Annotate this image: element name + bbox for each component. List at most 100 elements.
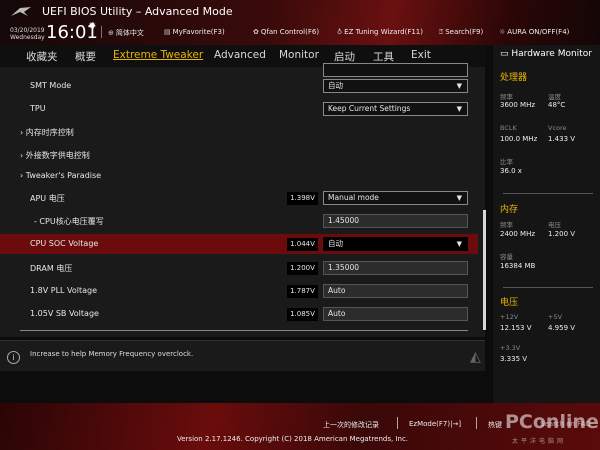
tool-label: Qfan Control(F6) bbox=[260, 28, 320, 36]
pen-icon: ◭ bbox=[470, 349, 481, 365]
aura-icon: ☼ bbox=[499, 28, 506, 36]
label: +5V bbox=[548, 313, 563, 321]
dropdown-value: 自动 bbox=[328, 81, 343, 90]
label: 比率 bbox=[500, 158, 513, 166]
tool-label: EZ Tuning Wizard(F11) bbox=[344, 28, 423, 36]
pll-voltage-input[interactable]: Auto bbox=[323, 284, 468, 298]
setting-row-cpu-core-override[interactable]: - CPU核心电压覆写 1.45000 bbox=[0, 211, 478, 231]
value: 48°C bbox=[548, 101, 566, 109]
tool-label: Search(F9) bbox=[445, 28, 484, 36]
dropdown-value: Manual mode bbox=[328, 193, 379, 202]
setting-label: APU 电压 bbox=[30, 194, 65, 203]
submenu-tweakers-paradise[interactable]: › Tweaker's Paradise bbox=[0, 166, 478, 186]
divider bbox=[397, 417, 398, 429]
ezmode-button[interactable]: EzMode(F7)|→] bbox=[409, 420, 461, 428]
help-text: Increase to help Memory Frequency overcl… bbox=[30, 350, 194, 358]
value: 100.0 MHz bbox=[500, 135, 538, 143]
voltage-section-title: 电压 bbox=[500, 298, 519, 308]
last-modified-button[interactable]: 上一次的修改记录 bbox=[323, 420, 379, 430]
label: +3.3V bbox=[500, 344, 521, 352]
scrollbar[interactable] bbox=[483, 210, 486, 330]
submenu-digi-power[interactable]: › 外接数字供电控制 bbox=[0, 145, 478, 165]
submenu-label: › 外接数字供电控制 bbox=[20, 150, 90, 161]
submenu-memory-timing[interactable]: › 内存时序控制 bbox=[0, 122, 478, 142]
globe-icon: ⊕ bbox=[108, 29, 114, 37]
value: 3.335 V bbox=[500, 355, 528, 363]
question-icon: ⍰ bbox=[439, 28, 444, 36]
favorite-icon: ▤ bbox=[164, 28, 171, 36]
label: BCLK bbox=[500, 124, 517, 132]
ez-tuning-button[interactable]: ♁ EZ Tuning Wizard(F11) bbox=[337, 28, 423, 36]
submenu-text: 外接数字供电控制 bbox=[25, 151, 90, 160]
current-voltage-badge: 1.200V bbox=[287, 262, 318, 275]
tool-label: 简体中文 bbox=[115, 29, 144, 37]
value: 4.959 V bbox=[548, 324, 576, 332]
memory-section-title: 内存 bbox=[500, 205, 519, 215]
value: 2400 MHz bbox=[500, 230, 536, 238]
value: 1.200 V bbox=[548, 230, 576, 238]
setting-row-sb-voltage[interactable]: 1.05V SB Voltage 1.085V Auto bbox=[0, 304, 478, 324]
hardware-monitor-panel: ▭ Hardware Monitor 处理器 频率 3600 MHz 温度 48… bbox=[493, 45, 600, 403]
value: 12.153 V bbox=[500, 324, 532, 332]
submenu-label: › 内存时序控制 bbox=[20, 127, 74, 138]
divider bbox=[476, 417, 477, 429]
app-title: UEFI BIOS Utility – Advanced Mode bbox=[42, 5, 233, 18]
label: 电压 bbox=[548, 221, 561, 229]
setting-row-pll-voltage[interactable]: 1.8V PLL Voltage 1.787V Auto bbox=[0, 281, 478, 301]
setting-row-cpu-soc-voltage[interactable]: CPU SOC Voltage 1.044V 自动 ▼ bbox=[0, 234, 478, 254]
myfavorite-button[interactable]: ▤ MyFavorite(F3) bbox=[164, 28, 225, 36]
monitor-icon: ▭ bbox=[500, 49, 512, 59]
hotkeys-button[interactable]: 热键 bbox=[488, 420, 502, 430]
dram-voltage-input[interactable]: 1.35000 bbox=[323, 261, 468, 275]
dropdown-arrow-icon: ▼ bbox=[456, 194, 462, 202]
label: Vcore bbox=[548, 124, 567, 132]
divider bbox=[503, 193, 593, 194]
tpu-dropdown[interactable]: Keep Current Settings ▼ bbox=[323, 102, 468, 116]
label: 容量 bbox=[500, 253, 513, 261]
dropdown-value: 自动 bbox=[328, 239, 343, 248]
value: 16384 MB bbox=[500, 262, 536, 270]
divider bbox=[503, 287, 593, 288]
current-voltage-badge: 1.085V bbox=[287, 308, 318, 321]
setting-row-apu-voltage[interactable]: APU 电压 1.398V Manual mode ▼ bbox=[0, 188, 478, 208]
setting-label: 1.05V SB Voltage bbox=[30, 309, 99, 318]
setting-label: CPU SOC Voltage bbox=[30, 239, 99, 248]
cpu-soc-voltage-dropdown[interactable]: 自动 ▼ bbox=[323, 237, 468, 251]
divider bbox=[101, 26, 102, 38]
cpu-section-title: 处理器 bbox=[500, 73, 528, 83]
date: 03/20/2019 Wednesday bbox=[10, 27, 45, 41]
label: 频率 bbox=[500, 93, 513, 101]
language-button[interactable]: ⊕ 简体中文 bbox=[108, 28, 144, 38]
dropdown-arrow-icon: ▼ bbox=[456, 82, 462, 90]
fan-icon: ✿ bbox=[253, 28, 259, 36]
label: 频率 bbox=[500, 221, 513, 229]
qfan-button[interactable]: ✿ Qfan Control(F6) bbox=[253, 28, 319, 36]
apu-voltage-dropdown[interactable]: Manual mode ▼ bbox=[323, 191, 468, 205]
label: 温度 bbox=[548, 93, 561, 101]
watermark-sub: 太平洋电脑网 bbox=[512, 438, 567, 445]
dropdown-value: Keep Current Settings bbox=[328, 104, 411, 113]
current-voltage-badge: 1.787V bbox=[287, 285, 318, 298]
watermark: PConline bbox=[505, 411, 599, 433]
submenu-label: › Tweaker's Paradise bbox=[20, 171, 101, 180]
dropdown-arrow-icon: ▼ bbox=[456, 240, 462, 248]
value: 3600 MHz bbox=[500, 101, 536, 109]
smt-mode-dropdown[interactable]: 自动 ▼ bbox=[323, 79, 468, 93]
value: 36.0 x bbox=[500, 167, 522, 175]
current-voltage-badge: 1.044V bbox=[287, 238, 318, 251]
gear-icon[interactable]: ✹ bbox=[88, 21, 96, 32]
setting-label: SMT Mode bbox=[30, 81, 72, 90]
rog-logo-icon bbox=[11, 7, 31, 16]
header: UEFI BIOS Utility – Advanced Mode 03/20/… bbox=[0, 0, 600, 45]
cpu-core-override-input[interactable]: 1.45000 bbox=[323, 214, 468, 228]
dropdown[interactable] bbox=[323, 63, 468, 77]
value: 1.433 V bbox=[548, 135, 576, 143]
info-icon: i bbox=[7, 351, 20, 364]
sb-voltage-input[interactable]: Auto bbox=[323, 307, 468, 321]
aura-button[interactable]: ☼ AURA ON/OFF(F4) bbox=[499, 28, 569, 36]
date-text: 03/20/2019 bbox=[10, 27, 45, 34]
setting-row-smt-mode[interactable]: SMT Mode 自动 ▼ bbox=[0, 76, 478, 96]
setting-row-tpu[interactable]: TPU Keep Current Settings ▼ bbox=[0, 99, 478, 119]
search-button[interactable]: ⍰ Search(F9) bbox=[439, 28, 483, 37]
setting-row-dram-voltage[interactable]: DRAM 电压 1.200V 1.35000 bbox=[0, 258, 478, 278]
